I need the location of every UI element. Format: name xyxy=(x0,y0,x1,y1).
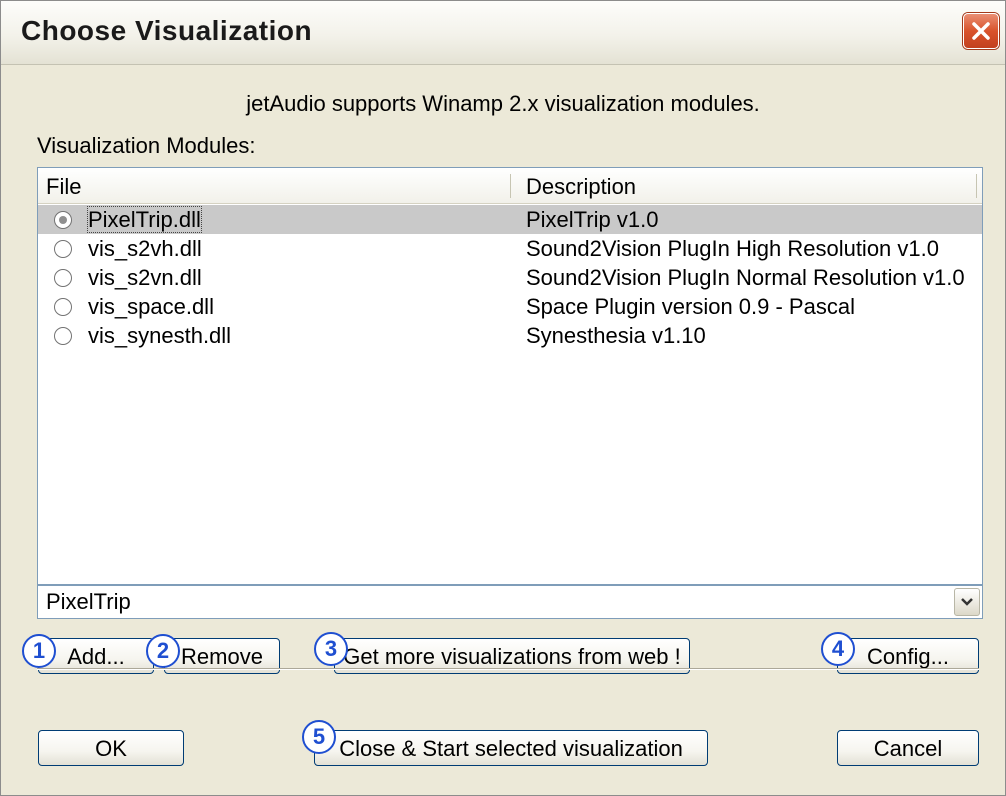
list-item-description: Space Plugin version 0.9 - Pascal xyxy=(526,294,855,319)
callout-badge: 2 xyxy=(146,634,180,668)
chevron-down-icon xyxy=(961,598,973,606)
list-item-description: Synesthesia v1.10 xyxy=(526,323,706,348)
list-item[interactable]: vis_s2vn.dll Sound2Vision PlugIn Normal … xyxy=(38,263,982,292)
column-divider[interactable] xyxy=(510,174,511,198)
close-and-start-button[interactable]: Close & Start selected visualization xyxy=(314,730,708,766)
window-title: Choose Visualization xyxy=(21,15,313,46)
column-divider[interactable] xyxy=(976,174,977,198)
callout-badge: 3 xyxy=(314,632,348,666)
list-header: File Description xyxy=(38,168,982,204)
radio-icon[interactable] xyxy=(54,327,72,345)
divider xyxy=(37,668,979,670)
close-icon xyxy=(972,22,990,40)
ok-button[interactable]: OK xyxy=(38,730,184,766)
title-bar: Choose Visualization xyxy=(1,1,1005,65)
list-item-file: vis_synesth.dll xyxy=(88,323,232,348)
radio-icon[interactable] xyxy=(54,211,72,229)
radio-icon[interactable] xyxy=(54,298,72,316)
choose-visualization-dialog: Choose Visualization jetAudio supports W… xyxy=(0,0,1006,796)
list-item-file: vis_s2vh.dll xyxy=(88,236,202,261)
visualization-modules-list[interactable]: File Description PixelTrip.dll PixelTrip… xyxy=(37,167,983,585)
list-item-description: Sound2Vision PlugIn Normal Resolution v1… xyxy=(526,265,965,290)
combo-value: PixelTrip xyxy=(46,589,131,614)
radio-icon[interactable] xyxy=(54,240,72,258)
column-header-description[interactable]: Description xyxy=(518,168,978,204)
modules-label: Visualization Modules: xyxy=(37,133,256,158)
list-item[interactable]: vis_space.dll Space Plugin version 0.9 -… xyxy=(38,292,982,321)
list-item[interactable]: PixelTrip.dll PixelTrip v1.0 xyxy=(38,205,982,234)
list-item-description: PixelTrip v1.0 xyxy=(526,207,659,232)
dropdown-button[interactable] xyxy=(954,588,980,616)
visualization-combo-box[interactable]: PixelTrip xyxy=(37,585,983,619)
callout-badge: 1 xyxy=(22,634,56,668)
list-item[interactable]: vis_s2vh.dll Sound2Vision PlugIn High Re… xyxy=(38,234,982,263)
list-item[interactable]: vis_synesth.dll Synesthesia v1.10 xyxy=(38,321,982,350)
radio-icon[interactable] xyxy=(54,269,72,287)
list-item-file: vis_s2vn.dll xyxy=(88,265,202,290)
list-item-file: vis_space.dll xyxy=(88,294,214,319)
info-text: jetAudio supports Winamp 2.x visualizati… xyxy=(246,91,760,116)
column-header-file[interactable]: File xyxy=(38,168,508,204)
cancel-button[interactable]: Cancel xyxy=(837,730,979,766)
list-item-description: Sound2Vision PlugIn High Resolution v1.0 xyxy=(526,236,939,261)
callout-badge: 5 xyxy=(302,720,336,754)
callout-badge: 4 xyxy=(821,632,855,666)
close-button[interactable] xyxy=(963,13,999,49)
list-item-file: PixelTrip.dll xyxy=(86,206,202,233)
